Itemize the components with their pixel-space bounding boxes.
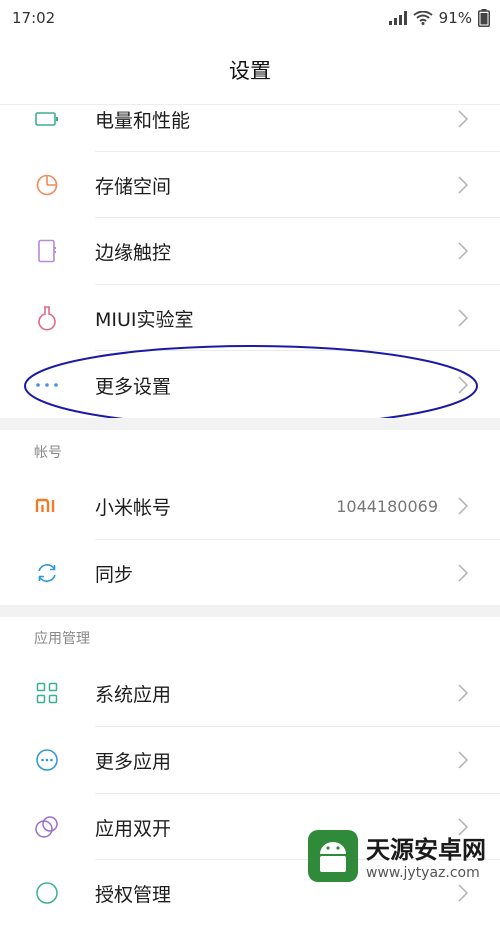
mi-logo-icon [34, 493, 60, 519]
settings-item-more-apps[interactable]: 更多应用 [0, 727, 500, 793]
settings-item-sync[interactable]: 同步 [0, 540, 500, 606]
chevron-right-icon [458, 309, 469, 327]
android-logo-icon [308, 830, 358, 882]
chevron-right-icon [458, 176, 469, 194]
settings-item-label: 更多设置 [95, 375, 172, 398]
battery-percent: 91% [438, 9, 472, 27]
settings-item-label: 授权管理 [95, 883, 172, 906]
dual-apps-icon [34, 814, 60, 840]
settings-item-label: 小米帐号 [95, 496, 172, 519]
settings-item-label: 更多应用 [95, 750, 172, 773]
battery-icon [34, 106, 60, 132]
more-dots-icon [34, 372, 60, 398]
settings-item-label: 存储空间 [95, 175, 172, 198]
settings-item-more-settings[interactable]: 更多设置 [0, 352, 500, 418]
chevron-right-icon [458, 110, 469, 128]
sync-icon [34, 560, 60, 586]
chevron-right-icon [458, 497, 469, 515]
settings-item-battery-performance[interactable]: 电量和性能 [0, 86, 500, 152]
edge-touch-icon [34, 238, 60, 264]
permission-icon [34, 880, 60, 906]
wifi-icon [413, 11, 433, 25]
settings-item-storage[interactable]: 存储空间 [0, 152, 500, 218]
settings-item-label: MIUI实验室 [95, 308, 194, 331]
settings-item-label: 应用双开 [95, 817, 172, 840]
chevron-right-icon [458, 376, 469, 394]
settings-item-label: 电量和性能 [95, 109, 191, 132]
site-watermark: 天源安卓网 www.jytyaz.com [302, 826, 500, 889]
storage-pie-icon [34, 172, 60, 198]
settings-item-mi-account[interactable]: 小米帐号 1044180069 [0, 473, 500, 539]
settings-item-label: 同步 [95, 563, 134, 586]
settings-item-system-apps[interactable]: 系统应用 [0, 660, 500, 726]
settings-item-edge-touch[interactable]: 边缘触控 [0, 218, 500, 284]
signal-icon [388, 11, 407, 25]
settings-item-label: 边缘触控 [95, 241, 172, 264]
watermark-brand: 天源安卓网 [366, 836, 486, 864]
section-header-app-management: 应用管理 [34, 631, 90, 647]
watermark-url: www.jytyaz.com [366, 865, 480, 881]
chevron-right-icon [458, 564, 469, 582]
more-apps-icon [34, 747, 60, 773]
chevron-right-icon [458, 242, 469, 260]
page-title: 设置 [229, 59, 271, 83]
grid-apps-icon [34, 680, 60, 706]
status-icons: 91% [388, 9, 490, 27]
settings-item-label: 系统应用 [95, 683, 172, 706]
section-header-account: 帐号 [34, 445, 62, 461]
lab-flask-icon [34, 305, 60, 331]
settings-item-miui-lab[interactable]: MIUI实验室 [0, 285, 500, 351]
section-separator [0, 418, 500, 430]
battery-status-icon [478, 9, 490, 27]
status-time: 17:02 [12, 9, 56, 27]
divider [95, 350, 500, 351]
chevron-right-icon [458, 751, 469, 769]
section-separator [0, 605, 500, 617]
status-bar: 17:02 91% [0, 0, 500, 36]
chevron-right-icon [458, 684, 469, 702]
mi-account-number: 1044180069 [336, 496, 438, 516]
